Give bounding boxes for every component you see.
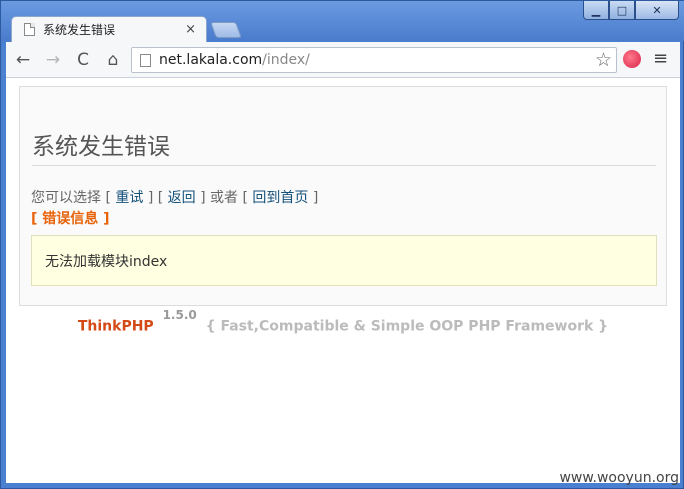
- maximize-button[interactable]: □: [609, 1, 635, 20]
- window-controls: ▁ □ ✕: [583, 1, 679, 20]
- menu-icon[interactable]: ≡: [653, 48, 668, 69]
- tab-close-icon[interactable]: ×: [185, 22, 196, 37]
- back-link[interactable]: 返回: [168, 190, 196, 206]
- bookmark-star-icon[interactable]: ☆: [595, 49, 612, 71]
- options-prefix: 您可以选择 [: [31, 190, 111, 206]
- error-info-heading: [ 错误信息 ]: [31, 211, 110, 227]
- forward-button[interactable]: →: [40, 47, 66, 73]
- address-bar[interactable]: net.lakala.com/index/ ☆: [131, 47, 617, 73]
- divider: [32, 165, 656, 166]
- footer: ThinkPHP 1.5.0 { Fast,Compatible & Simpl…: [6, 308, 680, 335]
- back-button[interactable]: ←: [10, 47, 36, 73]
- framework-brand[interactable]: ThinkPHP: [78, 319, 154, 335]
- browser-window: ▁ □ ✕ 系统发生错误 × ← → C ⌂ net.lakala.com/in…: [0, 0, 684, 489]
- url-host: net.lakala.com: [159, 52, 263, 68]
- home-button[interactable]: ⌂: [100, 47, 126, 73]
- options-separator: ] [: [147, 190, 164, 206]
- page-icon: [24, 23, 35, 36]
- page-title: 系统发生错误: [32, 134, 170, 160]
- error-message: 无法加载模块index: [31, 235, 657, 286]
- extension-icon[interactable]: [623, 50, 641, 68]
- reload-button[interactable]: C: [70, 47, 96, 73]
- page-content: 系统发生错误 您可以选择 [ 重试 ] [ 返回 ] 或者 [ 回到首页 ] […: [6, 78, 680, 483]
- framework-slogan: { Fast,Compatible & Simple OOP PHP Frame…: [205, 318, 609, 335]
- page-icon: [140, 53, 151, 67]
- options-separator: ]: [312, 190, 319, 206]
- new-tab-button[interactable]: [210, 22, 242, 38]
- minimize-button[interactable]: ▁: [583, 1, 609, 20]
- tab-title: 系统发生错误: [43, 23, 116, 37]
- close-window-button[interactable]: ✕: [635, 1, 679, 20]
- url-path: /index/: [262, 52, 310, 68]
- framework-version: 1.5.0: [162, 308, 197, 322]
- home-link[interactable]: 回到首页: [252, 190, 308, 206]
- retry-link[interactable]: 重试: [115, 190, 143, 206]
- options-separator: ] 或者 [: [200, 190, 248, 206]
- error-panel: 系统发生错误 您可以选择 [ 重试 ] [ 返回 ] 或者 [ 回到首页 ] […: [19, 86, 667, 306]
- browser-tab[interactable]: 系统发生错误 ×: [11, 16, 207, 42]
- error-options: 您可以选择 [ 重试 ] [ 返回 ] 或者 [ 回到首页 ]: [31, 187, 318, 207]
- browser-toolbar: ← → C ⌂ net.lakala.com/index/ ☆ ≡: [6, 42, 680, 78]
- watermark: www.wooyun.org: [559, 470, 679, 486]
